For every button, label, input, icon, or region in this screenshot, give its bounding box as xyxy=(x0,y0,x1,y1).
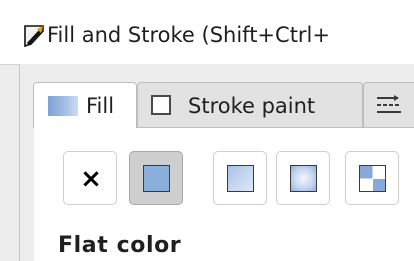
radial-gradient-button[interactable] xyxy=(276,151,330,205)
tab-stroke-style[interactable] xyxy=(363,82,414,128)
no-paint-icon: × xyxy=(80,164,102,194)
tab-fill-label: Fill xyxy=(86,94,115,118)
flat-color-icon xyxy=(143,165,170,192)
pattern-icon xyxy=(359,165,386,192)
linear-gradient-button[interactable] xyxy=(213,151,267,205)
linear-gradient-icon xyxy=(227,165,254,192)
tab-stroke-paint-label: Stroke paint xyxy=(188,94,316,118)
no-paint-button[interactable]: × xyxy=(63,151,117,205)
stroke-paint-icon xyxy=(151,95,171,115)
tab-fill[interactable]: Fill xyxy=(33,82,137,128)
flat-color-button[interactable] xyxy=(129,151,183,205)
tab-stroke-paint[interactable]: Stroke paint xyxy=(137,82,363,128)
dialog-title: Fill and Stroke (Shift+Ctrl+ xyxy=(47,23,330,47)
dialog-titlebar[interactable]: Fill and Stroke (Shift+Ctrl+ xyxy=(0,0,414,65)
radial-gradient-icon xyxy=(290,165,317,192)
fill-icon xyxy=(48,96,78,116)
fill-and-stroke-panel: Fill and Stroke (Shift+Ctrl+ Fill Stroke… xyxy=(0,0,414,261)
pattern-button[interactable] xyxy=(345,151,399,205)
stroke-style-icon xyxy=(377,95,401,113)
fill-stroke-brush-icon xyxy=(24,25,44,48)
section-title: Flat color xyxy=(58,233,182,258)
